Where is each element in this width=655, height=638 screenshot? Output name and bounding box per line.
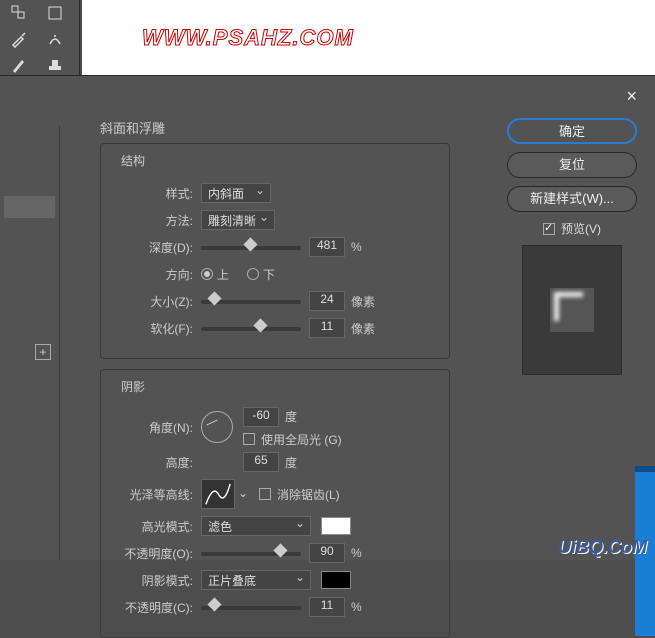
shading-legend: 阴影 <box>117 378 149 395</box>
style-select[interactable]: 内斜面 <box>201 183 271 203</box>
brush-icon[interactable] <box>8 54 30 76</box>
antialias-label: 消除锯齿(L) <box>277 486 340 503</box>
direction-label: 方向: <box>113 266 193 283</box>
effects-list-panel: + <box>0 126 60 560</box>
antialias-checkbox[interactable] <box>259 488 271 500</box>
depth-unit: % <box>351 240 362 254</box>
depth-label: 深度(D): <box>113 239 193 256</box>
direction-down-radio[interactable] <box>247 268 259 280</box>
close-icon[interactable]: × <box>626 86 637 107</box>
shadow-color-swatch[interactable] <box>321 571 351 589</box>
size-label: 大小(Z): <box>113 293 193 310</box>
highlight-color-swatch[interactable] <box>321 517 351 535</box>
dialog-title: 斜面和浮雕 <box>100 118 450 137</box>
effect-preview <box>522 245 622 375</box>
highlight-mode-label: 高光模式: <box>113 518 193 535</box>
style-label: 样式: <box>113 185 193 202</box>
shading-fieldset: 阴影 角度(N): -60 度 使用全局光 (G) 高度: <box>100 369 450 638</box>
size-unit: 像素 <box>351 293 375 310</box>
altitude-unit: 度 <box>285 454 297 471</box>
technique-label: 方法: <box>113 212 193 229</box>
uibq-watermark: UiBQ.CoM <box>558 537 647 558</box>
angle-label: 角度(N): <box>113 419 193 436</box>
global-light-checkbox[interactable] <box>243 433 255 445</box>
structure-legend: 结构 <box>117 152 149 169</box>
direction-down-label: 下 <box>263 266 275 283</box>
angle-input[interactable]: -60 <box>243 407 279 427</box>
opacity-o-input[interactable]: 90 <box>309 543 345 563</box>
depth-slider[interactable] <box>201 240 301 254</box>
size-slider[interactable] <box>201 294 301 308</box>
opacity-o-unit: % <box>351 546 362 560</box>
canvas-area: WWW.PSAHZ.COM <box>82 0 655 75</box>
new-style-button[interactable]: 新建样式(W)... <box>507 186 637 212</box>
preview-label: 预览(V) <box>561 220 601 237</box>
altitude-label: 高度: <box>113 454 193 471</box>
stamp-icon[interactable] <box>44 54 66 76</box>
direction-up-label: 上 <box>217 266 229 283</box>
toolbar <box>0 0 80 75</box>
opacity-c-input[interactable]: 11 <box>309 597 345 617</box>
altitude-input[interactable]: 65 <box>243 452 279 472</box>
shadow-mode-select[interactable]: 正片叠底 <box>201 570 311 590</box>
size-input[interactable]: 24 <box>309 291 345 311</box>
opacity-c-label: 不透明度(C): <box>113 599 193 616</box>
structure-fieldset: 结构 样式: 内斜面 方法: 雕刻清晰 深度(D): 481 % 方向: 上 下 <box>100 143 450 359</box>
global-light-label: 使用全局光 (G) <box>261 431 342 448</box>
healing-icon[interactable] <box>44 28 66 50</box>
angle-dial[interactable] <box>201 411 233 443</box>
opacity-c-slider[interactable] <box>201 600 301 614</box>
layer-style-dialog: × + 斜面和浮雕 结构 样式: 内斜面 方法: 雕刻清晰 深度(D): 481… <box>0 75 655 560</box>
technique-select[interactable]: 雕刻清晰 <box>201 210 275 230</box>
opacity-o-slider[interactable] <box>201 546 301 560</box>
preview-swatch <box>550 288 594 332</box>
right-panel: 确定 复位 新建样式(W)... 预览(V) <box>507 118 637 375</box>
ok-button[interactable]: 确定 <box>507 118 637 144</box>
direction-up-radio[interactable] <box>201 268 213 280</box>
shadow-mode-label: 阴影模式: <box>113 572 193 589</box>
tool-icon-1[interactable] <box>8 2 30 24</box>
opacity-o-label: 不透明度(O): <box>113 545 193 562</box>
preview-toggle[interactable]: 预览(V) <box>507 220 637 237</box>
reset-button[interactable]: 复位 <box>507 152 637 178</box>
opacity-c-unit: % <box>351 600 362 614</box>
gloss-contour-picker[interactable] <box>201 479 235 509</box>
gloss-label: 光泽等高线: <box>113 486 193 503</box>
soften-label: 软化(F): <box>113 320 193 337</box>
soften-unit: 像素 <box>351 320 375 337</box>
tool-icon-2[interactable] <box>44 2 66 24</box>
settings-main: 斜面和浮雕 结构 样式: 内斜面 方法: 雕刻清晰 深度(D): 481 % 方… <box>100 118 450 560</box>
soften-input[interactable]: 11 <box>309 318 345 338</box>
selected-effect-row[interactable] <box>4 196 55 218</box>
eyedropper-icon[interactable] <box>8 28 30 50</box>
add-effect-button[interactable]: + <box>35 344 51 360</box>
highlight-mode-select[interactable]: 滤色 <box>201 516 311 536</box>
soften-slider[interactable] <box>201 321 301 335</box>
depth-input[interactable]: 481 <box>309 237 345 257</box>
watermark-text: WWW.PSAHZ.COM <box>142 25 354 51</box>
preview-checkbox[interactable] <box>543 223 555 235</box>
angle-unit: 度 <box>285 408 297 425</box>
